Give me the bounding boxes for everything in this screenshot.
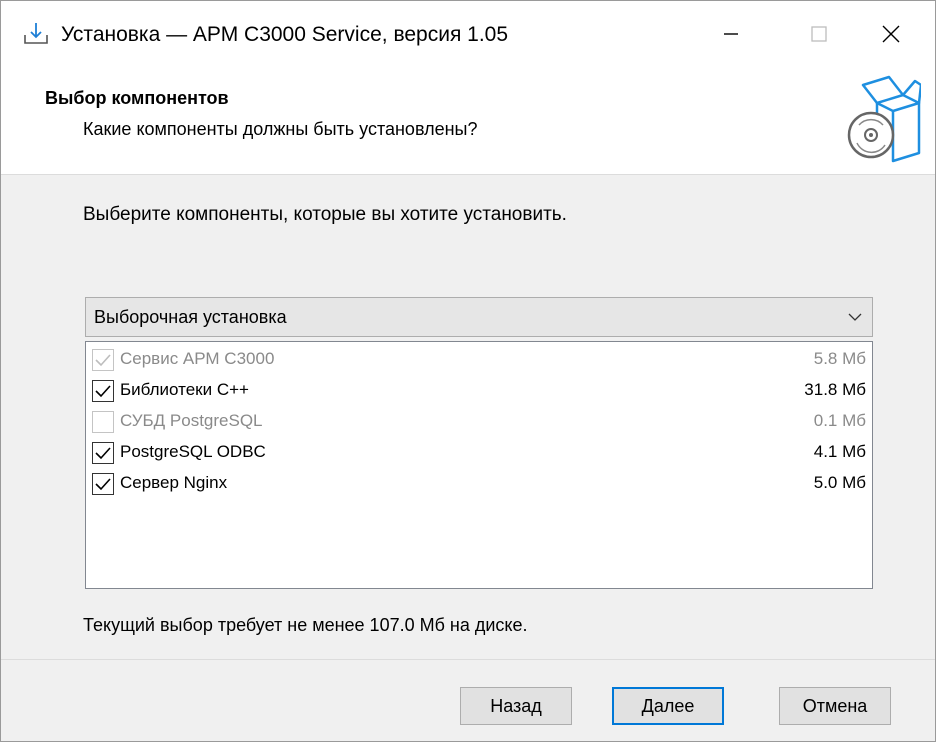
disk-requirement-text: Текущий выбор требует не менее 107.0 Мб … (83, 615, 528, 635)
check-icon (95, 447, 111, 460)
component-item-odbc[interactable]: PostgreSQL ODBC 4.1 Мб (92, 439, 866, 467)
chevron-down-icon (848, 313, 862, 321)
instruction-text: Выберите компоненты, которые вы хотите у… (83, 204, 567, 225)
component-size: 4.1 Мб (813, 442, 866, 461)
window-title: Установка — АРМ С3000 Service, версия 1.… (61, 23, 509, 46)
component-checkbox[interactable] (92, 380, 114, 402)
check-icon (95, 385, 111, 398)
component-item-cpp-libs[interactable]: Библиотеки C++ 31.8 Мб (92, 377, 866, 405)
component-name: Сервис АРМ С3000 (120, 349, 275, 368)
component-checkbox[interactable] (92, 473, 114, 495)
component-checkbox[interactable] (92, 411, 114, 433)
component-checkbox[interactable] (92, 442, 114, 464)
minimize-button[interactable] (687, 1, 775, 67)
maximize-icon (811, 26, 827, 42)
next-button[interactable]: Далее (612, 687, 724, 725)
setup-window: Установка — АРМ С3000 Service, версия 1.… (0, 0, 936, 742)
check-icon (95, 478, 111, 491)
wizard-header: Выбор компонентов Какие компоненты должн… (1, 67, 935, 175)
page-subtitle: Какие компоненты должны быть установлены… (83, 119, 478, 139)
back-button[interactable]: Назад (460, 687, 572, 725)
install-type-select[interactable]: Выборочная установка (85, 297, 873, 337)
component-size: 31.8 Мб (804, 380, 866, 399)
component-checkbox[interactable] (92, 349, 114, 371)
software-box-cd-icon (847, 75, 921, 163)
component-item-service[interactable]: Сервис АРМ С3000 5.8 Мб (92, 346, 866, 374)
component-name: PostgreSQL ODBC (120, 442, 266, 461)
close-button[interactable] (847, 1, 935, 67)
page-title: Выбор компонентов (45, 88, 229, 108)
title-bar: Установка — АРМ С3000 Service, версия 1.… (1, 1, 935, 67)
component-name: Сервер Nginx (120, 473, 228, 492)
component-item-postgresql[interactable]: СУБД PostgreSQL 0.1 Мб (92, 408, 866, 436)
footer-divider (1, 659, 935, 660)
components-list[interactable]: Сервис АРМ С3000 5.8 Мб Библиотеки C++ 3… (85, 341, 873, 589)
component-size: 5.0 Мб (813, 473, 866, 492)
component-item-nginx[interactable]: Сервер Nginx 5.0 Мб (92, 470, 866, 498)
download-icon (24, 23, 48, 44)
minimize-icon (724, 33, 738, 35)
check-icon (95, 354, 111, 367)
close-icon (882, 25, 900, 43)
component-size: 0.1 Мб (813, 411, 866, 430)
component-name: СУБД PostgreSQL (120, 411, 263, 430)
install-type-value: Выборочная установка (94, 307, 287, 327)
component-size: 5.8 Мб (813, 349, 866, 368)
component-name: Библиотеки C++ (120, 380, 249, 399)
cancel-button[interactable]: Отмена (779, 687, 891, 725)
